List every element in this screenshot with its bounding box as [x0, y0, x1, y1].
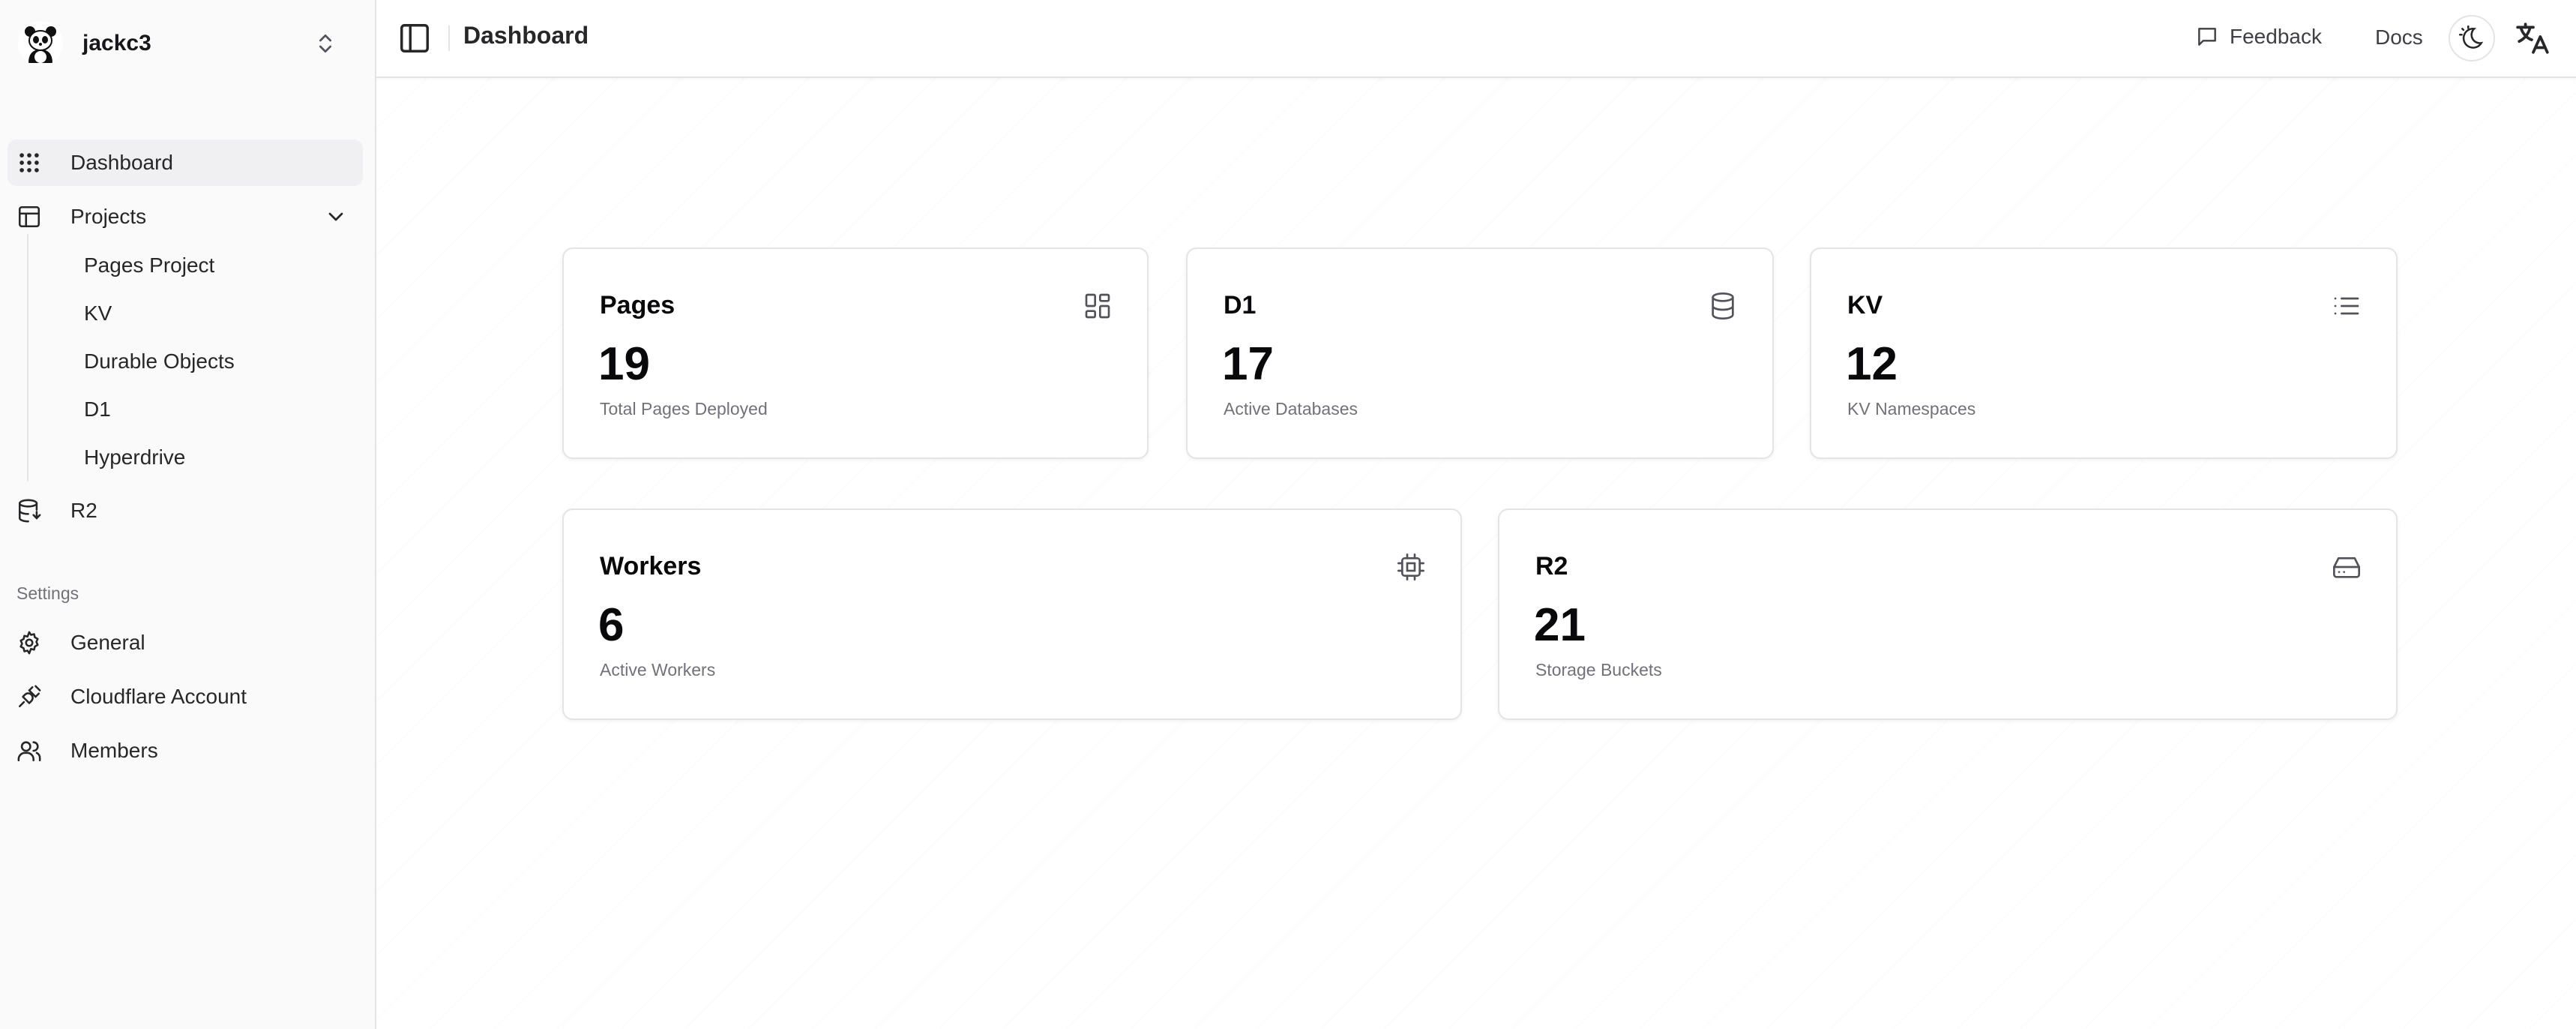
- list-icon: [2334, 297, 2359, 315]
- sidebar-subitem-pages-project[interactable]: Pages Project: [72, 244, 357, 286]
- settings-section-label: Settings: [16, 584, 79, 603]
- avatar: [18, 21, 63, 66]
- sidebar-item-label: Cloudflare Account: [70, 685, 247, 708]
- layout-grid-icon: [1085, 293, 1110, 319]
- hard-drive-icon: [2333, 557, 2360, 578]
- sidebar-item-cloudflare-account[interactable]: Cloudflare Account: [7, 674, 363, 720]
- card-title: KV: [1847, 291, 1883, 320]
- card-title: Pages: [600, 291, 675, 320]
- theme-toggle-button[interactable]: [2449, 15, 2495, 62]
- moon-sun-icon: [2458, 25, 2484, 49]
- sidebar-subitem-hyperdrive[interactable]: Hyperdrive: [72, 436, 357, 478]
- sidebar-item-label: Projects: [70, 205, 147, 228]
- sidebar-subitem-label: D1: [84, 398, 111, 421]
- card-description: Active Workers: [600, 660, 716, 680]
- sidebar-subitem-label: Hyperdrive: [84, 446, 186, 469]
- app-root: jackc3 Dashboard Projects Pages Project …: [0, 0, 2576, 1029]
- sidebar-item-general[interactable]: General: [7, 620, 363, 666]
- card-value: 19: [598, 338, 650, 390]
- card-description: Storage Buckets: [1535, 660, 1662, 680]
- sidebar-item-dashboard[interactable]: Dashboard: [7, 140, 363, 186]
- sidebar-item-label: General: [70, 631, 145, 654]
- card-value: 17: [1222, 338, 1274, 390]
- grid-dots-icon: [19, 153, 39, 172]
- sidebar-item-label: R2: [70, 499, 97, 522]
- card-description: KV Namespaces: [1847, 399, 1976, 418]
- sidebar-subitem-durable-objects[interactable]: Durable Objects: [72, 340, 357, 382]
- card-description: Active Databases: [1224, 399, 1358, 418]
- sidebar-subitem-kv[interactable]: KV: [72, 292, 357, 334]
- database-icon: [18, 499, 41, 523]
- cpu-icon: [1397, 554, 1424, 580]
- sidebar-subitem-label: KV: [84, 302, 112, 325]
- sidebar-subitem-label: Durable Objects: [84, 350, 235, 373]
- card-title: D1: [1224, 291, 1257, 320]
- card-value: 12: [1846, 338, 1898, 390]
- translate-icon[interactable]: [2515, 20, 2552, 57]
- card-description: Total Pages Deployed: [600, 399, 768, 418]
- plug-icon: [18, 685, 41, 708]
- header-divider: [448, 26, 450, 51]
- stat-card-kv[interactable]: KV 12 KV Namespaces: [1810, 248, 2398, 459]
- sidebar-item-label: Members: [70, 739, 158, 762]
- stat-card-workers[interactable]: Workers 6 Active Workers: [562, 508, 1462, 720]
- sidebar-toggle-icon[interactable]: [397, 21, 432, 56]
- top-bar: Dashboard Feedback Docs: [376, 0, 2576, 78]
- sidebar: jackc3 Dashboard Projects Pages Project …: [0, 0, 376, 1029]
- feedback-button[interactable]: Feedback: [2195, 20, 2322, 54]
- users-icon: [17, 741, 41, 762]
- sidebar-item-projects[interactable]: Projects: [7, 194, 363, 240]
- sidebar-item-label: Dashboard: [70, 151, 173, 174]
- main-content: Dashboard Feedback Docs Pages 19 Total P…: [376, 0, 2576, 1029]
- sidebar-subitem-d1[interactable]: D1: [72, 388, 357, 430]
- page-title: Dashboard: [463, 22, 589, 49]
- chevron-down-icon: [328, 212, 343, 221]
- message-square-icon: [2198, 28, 2216, 46]
- card-title: Workers: [600, 552, 702, 580]
- submenu-guide-line: [27, 234, 28, 482]
- card-value: 6: [598, 599, 625, 651]
- layout-panel-icon: [18, 206, 40, 228]
- stat-card-pages[interactable]: Pages 19 Total Pages Deployed: [562, 248, 1149, 459]
- gear-icon: [19, 631, 39, 655]
- database-icon: [1712, 292, 1734, 320]
- stat-card-r2[interactable]: R2 21 Storage Buckets: [1498, 508, 2398, 720]
- sidebar-item-r2[interactable]: R2: [7, 488, 363, 534]
- docs-link[interactable]: Docs: [2375, 26, 2423, 50]
- feedback-label: Feedback: [2230, 25, 2322, 48]
- chevrons-up-down-icon: [319, 34, 331, 52]
- team-switcher[interactable]: jackc3: [10, 14, 357, 74]
- stat-card-d1[interactable]: D1 17 Active Databases: [1186, 248, 1774, 459]
- team-name: jackc3: [82, 31, 151, 56]
- sidebar-subitem-label: Pages Project: [84, 254, 215, 277]
- card-value: 21: [1534, 599, 1586, 651]
- sidebar-item-members[interactable]: Members: [7, 728, 363, 774]
- card-title: R2: [1535, 552, 1568, 580]
